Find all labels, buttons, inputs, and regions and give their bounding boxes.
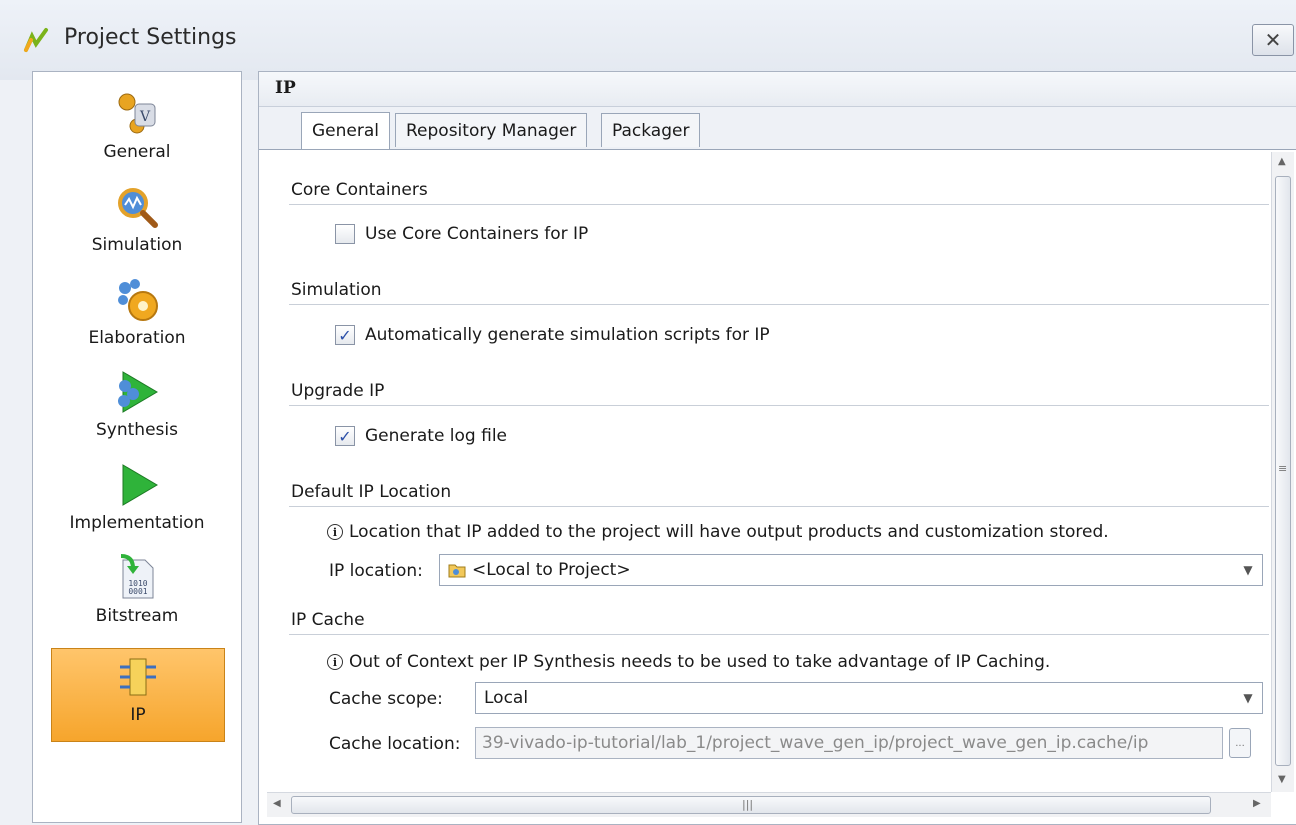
title-bar: Project Settings ✕ [0,0,1296,80]
info-icon: i [327,654,343,670]
tab-packager[interactable]: Packager [601,113,701,147]
core-containers-option[interactable]: Use Core Containers for IP [335,224,588,244]
ip-location-label: IP location: [329,561,423,581]
sidebar-item-label: Simulation [91,235,183,255]
tab-label: Repository Manager [406,120,577,141]
section-divider [289,405,1269,406]
sidebar-item-implementation[interactable]: Implementation [51,457,223,549]
grip-icon: ≡ [1278,462,1288,475]
sidebar-item-bitstream[interactable]: 1010 0001 Bitstream [51,550,223,642]
cache-location-label: Cache location: [329,734,461,754]
sidebar-item-simulation[interactable]: Simulation [51,179,223,271]
sidebar-item-label: IP [130,705,146,725]
vivado-logo-icon [24,28,48,52]
close-button[interactable]: ✕ [1252,24,1294,56]
sidebar-item-ip[interactable]: IP [51,648,225,742]
vertical-scroll-thumb[interactable]: ≡ [1275,176,1291,766]
svg-text:0001: 0001 [128,587,147,596]
section-title-simulation: Simulation [291,280,382,300]
grip-icon: ||| [742,798,754,811]
simulation-scripts-option[interactable]: ✓ Automatically generate simulation scri… [335,325,770,345]
close-icon: ✕ [1264,28,1282,52]
ip-location-dropdown[interactable]: <Local to Project> ▼ [439,554,1263,586]
general-icon: V [118,93,156,134]
generate-log-checkbox[interactable]: ✓ [335,426,355,446]
scroll-left-icon[interactable]: ◀ [273,798,281,809]
tab-label: General [312,121,379,141]
section-title-core-containers: Core Containers [291,180,428,200]
simulation-icon [118,188,158,228]
settings-panel: IP General Repository Manager Packager C… [258,71,1296,825]
sidebar-item-general[interactable]: V General [51,86,223,178]
sidebar-item-label: Synthesis [96,420,178,440]
sidebar-item-label: General [103,142,171,162]
ip-location-info: i Location that IP added to the project … [327,522,1109,542]
tab-label: Packager [612,120,690,141]
section-title-ip-cache: IP Cache [291,610,365,630]
checkbox-label: Generate log file [365,426,508,446]
horizontal-scrollbar[interactable]: ◀ ||| ▶ [267,792,1271,817]
horizontal-scroll-thumb[interactable]: ||| [291,796,1211,814]
sidebar-item-label: Implementation [69,513,205,533]
chevron-down-icon: ▼ [1243,563,1253,577]
cache-scope-dropdown[interactable]: Local ▼ [475,682,1263,714]
section-title-default-ip-location: Default IP Location [291,482,452,502]
info-text: Out of Context per IP Synthesis needs to… [349,652,1051,672]
simulation-scripts-checkbox[interactable]: ✓ [335,325,355,345]
folder-icon [448,564,466,578]
checkbox-label: Automatically generate simulation script… [365,325,770,345]
synthesis-icon [118,371,158,413]
generate-log-option[interactable]: ✓ Generate log file [335,426,507,446]
window-title: Project Settings [64,25,237,50]
section-divider [289,634,1269,635]
section-divider [289,506,1269,507]
cache-scope-label: Cache scope: [329,689,443,709]
section-title-upgrade-ip: Upgrade IP [291,381,385,401]
core-containers-checkbox[interactable] [335,224,355,244]
ip-location-value: <Local to Project> [472,560,631,580]
tab-repository-manager[interactable]: Repository Manager [395,113,588,147]
scroll-down-icon[interactable]: ▼ [1278,774,1286,785]
browse-button[interactable]: ... [1229,728,1251,758]
panel-header: IP [259,72,1296,107]
checkbox-label: Use Core Containers for IP [365,224,589,244]
scroll-up-icon[interactable]: ▲ [1278,156,1286,167]
bitstream-icon: 1010 0001 [120,554,154,599]
sidebar-item-label: Elaboration [88,328,186,348]
cache-location-field[interactable]: 39-vivado-ip-tutorial/lab_1/project_wave… [475,727,1223,759]
tab-content: Core Containers Use Core Containers for … [267,152,1269,792]
sidebar-item-synthesis[interactable]: Synthesis [51,364,223,456]
cache-scope-value: Local [484,688,529,708]
panel-title: IP [275,78,296,98]
chevron-down-icon: ▼ [1243,691,1253,705]
scroll-right-icon[interactable]: ▶ [1253,798,1261,809]
info-icon: i [327,524,343,540]
info-text: Location that IP added to the project wi… [349,522,1109,542]
settings-sidebar: V General Simulation Elaboration Synthes… [32,71,242,823]
elaboration-icon [118,279,158,321]
tab-general[interactable]: General [301,112,390,149]
svg-text:V: V [139,109,151,125]
implementation-icon [122,464,158,506]
sidebar-item-elaboration[interactable]: Elaboration [51,272,223,364]
section-divider [289,304,1269,305]
ip-icon [120,658,156,696]
sidebar-item-label: Bitstream [95,606,179,626]
vertical-scrollbar[interactable]: ▲ ≡ ▼ [1271,152,1294,792]
ip-cache-info: i Out of Context per IP Synthesis needs … [327,652,1050,672]
section-divider [289,204,1269,205]
tab-strip: General Repository Manager Packager [259,107,1296,150]
